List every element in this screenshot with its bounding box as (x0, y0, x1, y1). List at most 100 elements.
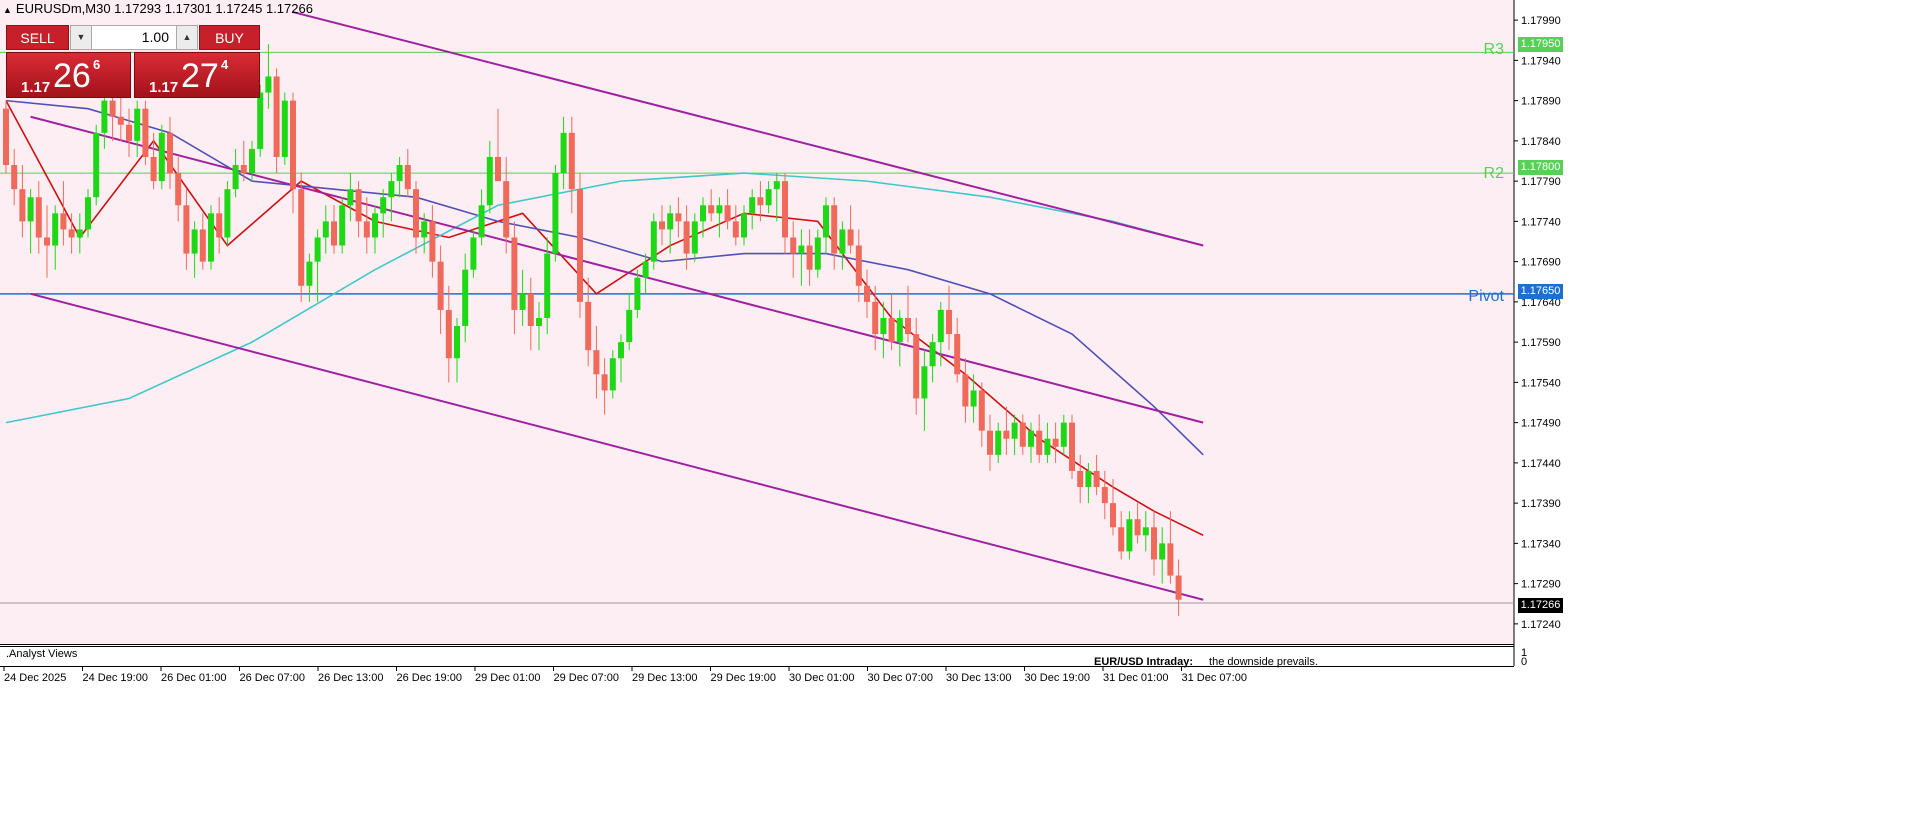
candle-body (700, 205, 706, 222)
candle-body (880, 317, 887, 335)
candle-body (1110, 503, 1116, 528)
candle-body (995, 430, 1002, 455)
chevron-up-icon[interactable]: ▲ (176, 26, 197, 49)
candle-body (527, 293, 534, 327)
symbol-ohlc: EURUSDm,M30 1.17293 1.17301 1.17245 1.17… (15, 1, 313, 16)
candle-body (191, 229, 198, 254)
candle-body (913, 334, 920, 399)
candle-body (946, 309, 952, 335)
candle-body (208, 213, 214, 262)
candle-body (765, 189, 772, 206)
candle (650, 213, 657, 270)
candle-body (388, 181, 395, 198)
price-tick-label: 1.17840 (1521, 136, 1561, 148)
candle-body (1019, 422, 1026, 447)
price-tick-label: 1.17440 (1521, 458, 1561, 470)
candle-body (1159, 543, 1166, 560)
candle-body (552, 173, 559, 254)
candle-body (158, 132, 165, 182)
candle-body (987, 430, 993, 455)
sell-price-quote[interactable]: 1.17 26 6 (6, 52, 131, 98)
candle (281, 92, 288, 166)
candle-body (35, 197, 42, 238)
candle-body (929, 342, 936, 367)
lot-size-value[interactable]: 1.00 (93, 26, 175, 49)
candle-body (273, 76, 280, 157)
candle-body (437, 261, 444, 310)
candle-body (1044, 438, 1051, 455)
candle-body (642, 261, 649, 278)
candle-body (306, 261, 313, 286)
candle-body (1101, 487, 1108, 504)
price-tick-label: 1.17990 (1521, 15, 1561, 27)
candle-body (257, 92, 264, 149)
candle-body (683, 221, 690, 254)
candle-body (167, 132, 173, 174)
candle-body (839, 229, 846, 254)
chevron-down-icon[interactable]: ▼ (71, 26, 92, 49)
candle-body (60, 213, 67, 230)
sell-button[interactable]: SELL (6, 25, 69, 50)
candle-body (298, 189, 305, 286)
buy-button[interactable]: BUY (199, 25, 260, 50)
candle-body (1003, 430, 1010, 439)
candle-body (93, 132, 100, 198)
candle-body (1036, 430, 1043, 455)
pivot-label: Pivot (1468, 288, 1504, 305)
candle-body (199, 229, 206, 262)
candle-body (634, 277, 641, 310)
lot-size-field[interactable]: ▼ 1.00 ▲ (70, 25, 198, 50)
time-tick-label: 26 Dec 01:00 (161, 672, 226, 684)
candle-body (609, 358, 616, 391)
time-tick-label: 26 Dec 19:00 (397, 672, 462, 684)
price-tick-label: 1.17590 (1521, 337, 1561, 349)
candle-body (445, 309, 452, 359)
candle-body (413, 189, 419, 238)
candle-body (724, 205, 731, 222)
candle-body (1175, 575, 1182, 600)
caption-title: EUR/USD Intraday: (1094, 656, 1194, 668)
candle-body (355, 189, 362, 222)
candle-body (872, 301, 879, 335)
candle-body (716, 205, 723, 214)
candle-body (396, 165, 403, 182)
candle-body (888, 317, 895, 343)
candle-body (937, 309, 944, 343)
sell-price-fraction: 6 (93, 57, 101, 72)
r2-price-tag: 1.17800 (1518, 160, 1563, 175)
candle-body (675, 213, 682, 222)
candle-body (27, 197, 34, 222)
candle-body (790, 237, 797, 254)
candle-body (593, 350, 600, 375)
price-chart[interactable]: 1.17990 1.17940 1.17890 1.17840 1.17790 1.177… (0, 0, 1916, 840)
candle (208, 205, 214, 270)
price-tick-label: 1.17940 (1521, 55, 1561, 67)
candle-body (142, 108, 149, 157)
buy-price-quote[interactable]: 1.17 27 4 (134, 52, 260, 98)
candle-body (1085, 470, 1092, 488)
candle-body (708, 205, 715, 214)
collapse-triangle-icon[interactable]: ▲ (3, 5, 12, 15)
candle-body (183, 205, 190, 254)
candle (552, 165, 559, 262)
indicator-panel-title: .Analyst Views (6, 648, 78, 660)
analyst-caption: EUR/USD Intraday: the downside prevails. (1094, 656, 1318, 668)
candle-body (782, 181, 788, 238)
price-tick-label: 1.17740 (1521, 216, 1561, 228)
candle-body (216, 213, 223, 238)
time-tick-label: 31 Dec 07:00 (1182, 672, 1247, 684)
price-tick-label: 1.17490 (1521, 418, 1561, 430)
candle-body (470, 237, 477, 270)
candle-body (52, 213, 59, 246)
candle-body (372, 213, 378, 238)
candle-body (511, 237, 518, 310)
candle-body (1069, 422, 1075, 471)
candle-body (117, 116, 124, 125)
price-tick-label: 1.17390 (1521, 498, 1561, 510)
candle-body (905, 317, 911, 335)
candle (158, 124, 165, 190)
candle (93, 124, 100, 206)
buy-price-pips: 27 (181, 57, 219, 95)
candle (142, 100, 149, 166)
candle-body (175, 173, 182, 206)
